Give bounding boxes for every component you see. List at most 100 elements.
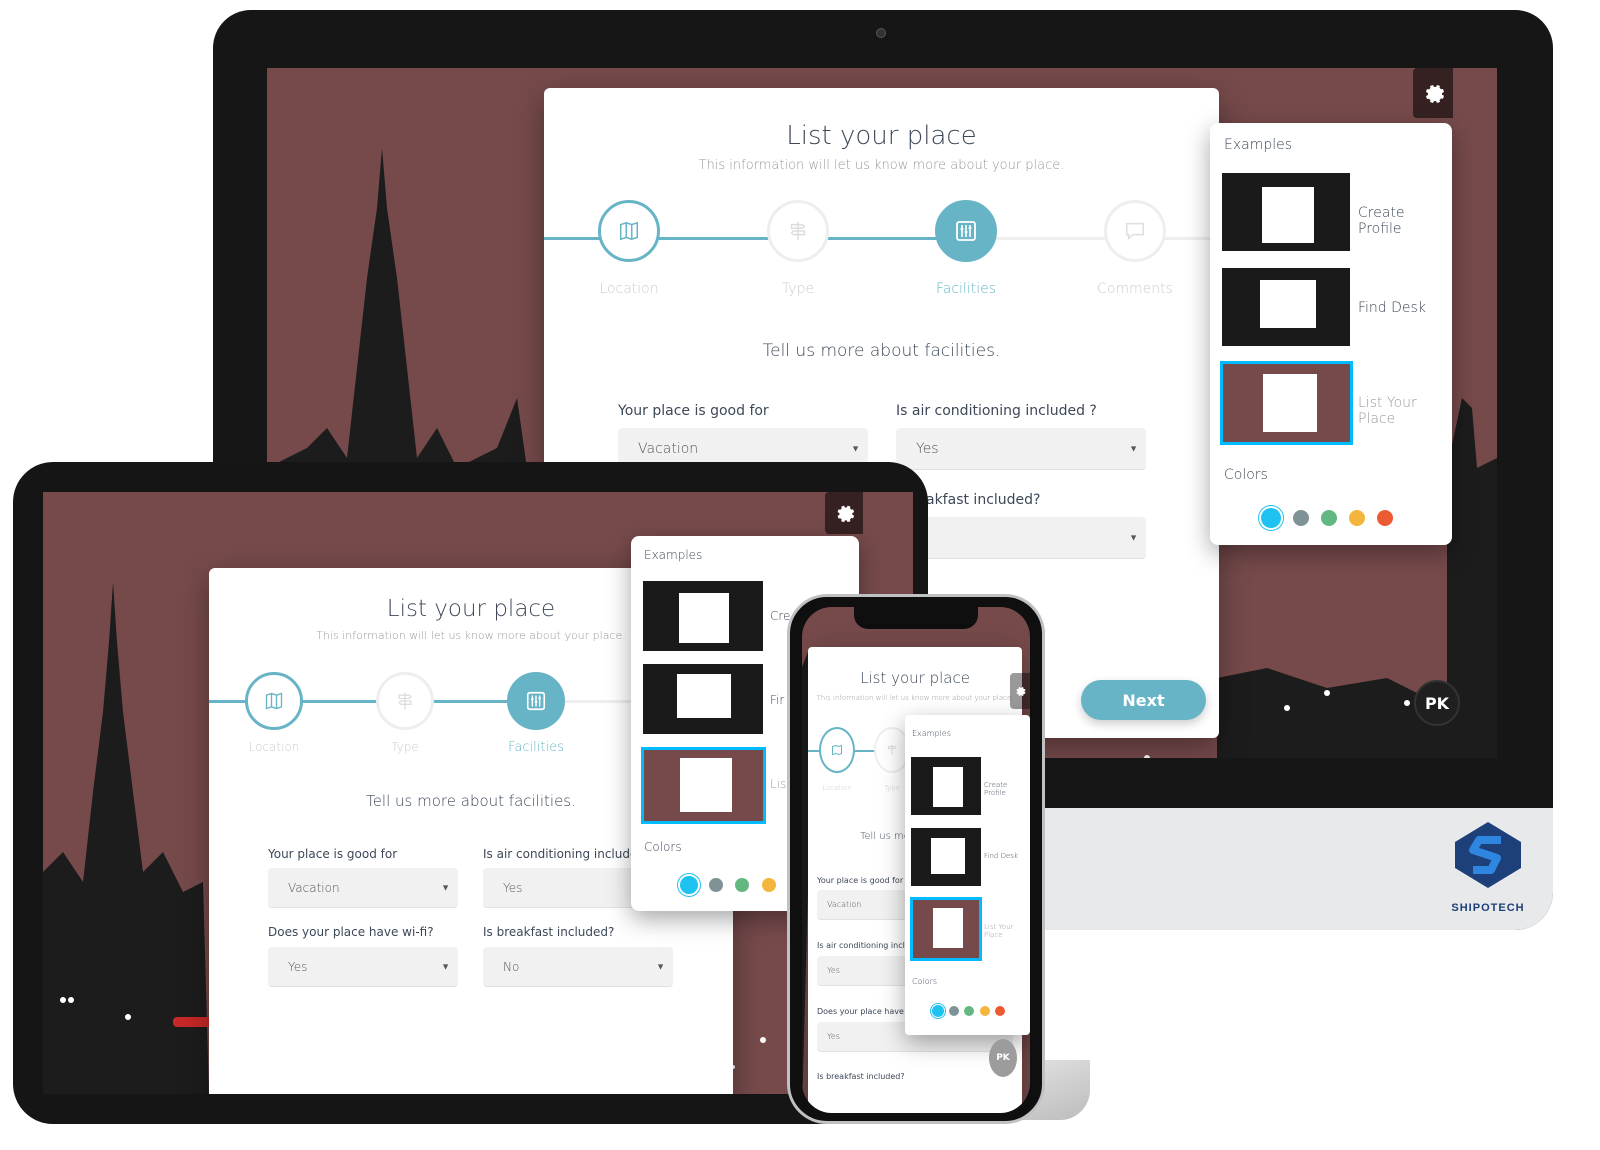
chevron-down-icon: ▼ — [1129, 444, 1138, 454]
step-label-facilities: Facilities — [936, 281, 996, 297]
map-icon — [832, 744, 842, 756]
example-label-create-profile[interactable]: Cre — [770, 609, 790, 623]
step-location[interactable] — [598, 200, 660, 262]
color-swatch-blue[interactable] — [932, 1005, 944, 1017]
color-swatch-green[interactable] — [1321, 510, 1337, 526]
facilities-icon — [956, 221, 976, 241]
example-thumbnail-find-desk[interactable] — [1222, 268, 1350, 346]
good-for-label: Your place is good for — [618, 403, 769, 419]
color-swatch-green[interactable] — [964, 1006, 974, 1016]
step-comments[interactable] — [1104, 200, 1166, 262]
examples-heading: Examples — [644, 548, 703, 562]
example-thumbnail-list-your-place[interactable] — [910, 897, 982, 961]
chevron-down-icon: ▼ — [1129, 533, 1138, 543]
air-conditioning-value: Yes — [827, 966, 840, 975]
chevron-down-icon: ▼ — [441, 962, 450, 972]
color-swatch-blue[interactable] — [680, 876, 698, 894]
next-button[interactable]: Next — [1081, 680, 1206, 720]
example-thumbnail-create-profile[interactable] — [643, 581, 763, 651]
step-type[interactable] — [376, 672, 434, 730]
thumbnail-card — [1262, 187, 1314, 243]
good-for-value: Vacation — [638, 440, 699, 457]
example-thumbnail-create-profile[interactable] — [911, 757, 981, 815]
examples-heading: Examples — [1224, 137, 1293, 153]
brand-name: SHIPOTECH — [1451, 902, 1525, 914]
phone-device: List your place This information will le… — [787, 594, 1045, 1124]
thumbnail-card — [679, 593, 729, 643]
color-swatch-green[interactable] — [735, 878, 749, 892]
thumbnail-card — [933, 767, 963, 807]
example-thumbnail-create-profile[interactable] — [1222, 173, 1350, 251]
map-icon — [265, 692, 283, 710]
chevron-down-icon: ▼ — [851, 444, 860, 454]
wifi-select[interactable]: Yes ▼ — [268, 947, 458, 987]
step-location[interactable] — [819, 727, 855, 773]
user-avatar[interactable]: PK — [1414, 680, 1460, 726]
step-label-type: Type — [391, 740, 419, 754]
signpost-icon — [398, 692, 412, 710]
color-swatch-red[interactable] — [995, 1006, 1005, 1016]
air-conditioning-label: Is air conditioning included — [483, 847, 645, 861]
page-title: List your place — [860, 669, 970, 687]
example-label-find-desk[interactable]: Find Desk — [1358, 300, 1426, 316]
step-facilities[interactable] — [507, 672, 565, 730]
colors-heading: Colors — [1224, 467, 1268, 483]
settings-gear-button[interactable] — [1010, 673, 1030, 709]
example-label-create-profile[interactable]: Create Profile — [1358, 205, 1452, 237]
color-swatch-orange[interactable] — [1349, 510, 1365, 526]
breakfast-select[interactable]: ▼ — [896, 517, 1146, 559]
signpost-icon — [790, 221, 806, 241]
color-swatch-blue[interactable] — [1261, 508, 1281, 528]
step-facilities[interactable] — [935, 200, 997, 262]
user-avatar[interactable]: PK — [989, 1039, 1017, 1077]
gear-icon — [837, 505, 855, 523]
wifi-label: Does your place have wi-fi? — [268, 925, 434, 939]
step-label-comments: Comments — [1097, 281, 1173, 297]
colors-heading: Colors — [912, 977, 938, 986]
page-subtitle: This information will let us know more a… — [816, 694, 1014, 702]
air-conditioning-select[interactable]: Yes — [817, 956, 907, 986]
example-thumbnail-find-desk[interactable] — [643, 664, 763, 734]
color-swatch-orange[interactable] — [762, 878, 776, 892]
example-label-list-your-place[interactable]: List Your Place — [1358, 395, 1452, 427]
breakfast-label: Is breakfast included? — [483, 925, 615, 939]
gear-icon — [1426, 85, 1444, 103]
example-label-list-your-place[interactable]: List Your Place — [984, 923, 1030, 939]
color-swatch-gray[interactable] — [1293, 510, 1309, 526]
color-swatch-orange[interactable] — [980, 1006, 990, 1016]
settings-popup: Examples Create Profile Find Desk List Y… — [1210, 123, 1452, 545]
example-label-list-your-place[interactable]: Lis — [770, 777, 786, 791]
step-location[interactable] — [245, 672, 303, 730]
facilities-icon — [526, 691, 546, 711]
chevron-down-icon: ▼ — [656, 962, 665, 972]
phone-screen: List your place This information will le… — [802, 607, 1030, 1113]
air-conditioning-select[interactable]: Yes ▼ — [896, 428, 1146, 470]
settings-gear-button[interactable] — [825, 492, 863, 534]
example-label-create-profile[interactable]: Create Profile — [984, 781, 1030, 797]
example-thumbnail-list-your-place[interactable] — [641, 747, 766, 824]
breakfast-select[interactable]: No ▼ — [483, 947, 673, 987]
good-for-select[interactable]: Vacation ▼ — [268, 868, 458, 908]
phone-notch — [854, 607, 978, 629]
thumbnail-card — [1260, 280, 1316, 328]
color-swatch-red[interactable] — [1377, 510, 1393, 526]
gear-icon — [1016, 687, 1026, 696]
example-label-find-desk[interactable]: Fir — [770, 693, 784, 707]
settings-gear-button[interactable] — [1413, 68, 1453, 118]
example-thumbnail-find-desk[interactable] — [911, 828, 981, 886]
example-label-find-desk[interactable]: Find Desk — [984, 852, 1018, 860]
step-label-type: Type — [781, 281, 815, 297]
good-for-label: Your place is good for — [817, 876, 904, 885]
map-icon — [620, 221, 638, 241]
good-for-value: Vacation — [827, 900, 862, 909]
thumbnail-card — [680, 758, 732, 812]
color-swatch-gray[interactable] — [709, 878, 723, 892]
color-swatch-gray[interactable] — [949, 1006, 959, 1016]
section-question: Tell us more about facilities. — [762, 341, 1001, 361]
step-type[interactable] — [767, 200, 829, 262]
example-thumbnail-list-your-place[interactable] — [1220, 361, 1353, 445]
good-for-select[interactable]: Vacation — [817, 890, 907, 920]
thumbnail-card — [677, 674, 731, 718]
signpost-icon — [888, 745, 897, 755]
air-conditioning-value: Yes — [503, 880, 523, 895]
